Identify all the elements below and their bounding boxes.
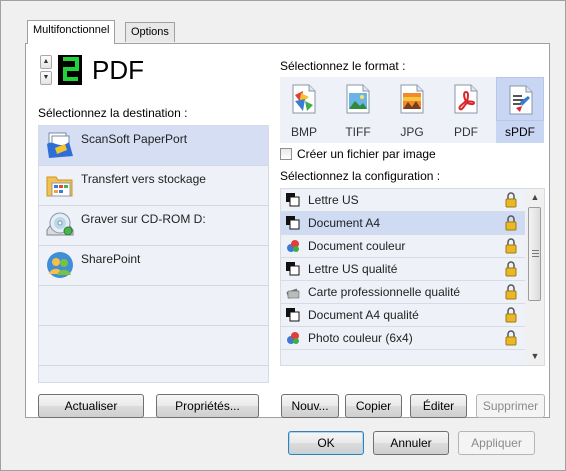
configuration-label: Sélectionnez la configuration : [280,169,441,183]
format-names: BMP TIFF JPG PDF sPDF [280,121,544,143]
bw-document-icon [286,262,300,276]
config-item-label: Document A4 qualité [308,308,419,322]
format-spdf[interactable] [496,77,544,121]
config-item-label: Lettre US [308,193,359,207]
scrollbar-thumb[interactable] [528,207,541,301]
format-tiff[interactable] [334,77,382,121]
tab-multifonctionnel[interactable]: Multifonctionnel [27,20,116,44]
spinner-down-button[interactable]: ▼ [40,71,52,85]
config-item-lettre-us-qualite[interactable]: Lettre US qualité [281,258,525,281]
config-item-label: Carte professionnelle qualité [308,285,461,299]
tab-panel: ▲ ▼ 2 PDF Sélectionnez la destination : [25,43,550,418]
destination-empty-slot [39,326,268,366]
lock-icon [505,238,517,254]
format-name-pdf[interactable]: PDF [442,125,490,139]
properties-button[interactable]: Propriétés... [156,394,259,418]
lock-icon [505,284,517,300]
format-label: Sélectionnez le format : [280,59,406,73]
lock-icon [505,330,517,346]
grip-line [532,256,539,257]
destination-item-label: Graver sur CD-ROM D: [81,212,206,226]
destination-item-label: ScanSoft PaperPort [81,132,188,146]
cancel-button[interactable]: Annuler [373,431,449,455]
config-item-label: Document couleur [308,239,406,253]
config-item-photo-couleur[interactable]: Photo couleur (6x4) [281,327,525,350]
sharepoint-icon [45,250,75,280]
destination-item-storage[interactable]: Transfert vers stockage [39,166,268,206]
config-item-document-couleur[interactable]: Document couleur [281,235,525,258]
config-item-lettre-us[interactable]: Lettre US [281,189,525,212]
grip-line [532,250,539,251]
format-name-jpg[interactable]: JPG [388,125,436,139]
spinner-up-button[interactable]: ▲ [40,55,52,69]
storage-folder-icon [45,170,75,200]
format-jpg[interactable] [388,77,436,121]
bw-document-icon [286,308,300,322]
config-item-label: Lettre US qualité [308,262,398,276]
destination-item-sharepoint[interactable]: SharePoint [39,246,268,286]
one-file-per-image-label: Créer un fichier par image [297,147,436,161]
format-name-bmp[interactable]: BMP [280,125,328,139]
format-bmp[interactable] [280,77,328,121]
edit-config-button[interactable]: Éditer [410,394,467,418]
lock-icon [505,261,517,277]
business-card-icon [286,288,300,299]
refresh-button[interactable]: Actualiser [38,394,144,418]
cd-burn-icon [45,210,75,240]
config-item-document-a4[interactable]: Document A4 [281,212,525,235]
destination-item-label: Transfert vers stockage [81,172,206,186]
bmp-icon [292,84,316,114]
lock-icon [505,192,517,208]
bw-document-icon [286,193,300,207]
one-file-per-image-checkbox[interactable] [280,148,292,160]
scanner-settings-dialog: Multifonctionnel Options ▲ ▼ 2 PDF Sélec… [0,0,566,471]
destination-list: ScanSoft PaperPort Transfert vers stocka… [38,125,269,383]
tiff-icon [346,84,370,114]
format-name-tiff[interactable]: TIFF [334,125,382,139]
copy-config-button[interactable]: Copier [345,394,402,418]
pdf-icon [454,84,478,114]
configuration-scrollbar[interactable]: ▲ ▼ [526,189,544,365]
tab-options[interactable]: Options [125,22,175,42]
delete-config-button[interactable]: Supprimer [476,394,545,418]
color-document-icon [287,332,299,344]
current-format-title: PDF [92,55,144,85]
grip-line [532,253,539,254]
destination-item-cd-burn[interactable]: Graver sur CD-ROM D: [39,206,268,246]
destination-item-label: SharePoint [81,252,141,266]
lock-icon [505,215,517,231]
scroll-down-arrow-icon[interactable]: ▼ [526,348,544,365]
format-strip [280,77,544,121]
paperport-icon [45,130,75,160]
destination-empty-slot [39,286,268,326]
config-item-label: Photo couleur (6x4) [308,331,413,345]
bw-document-icon [286,216,300,230]
scroll-up-arrow-icon[interactable]: ▲ [526,189,544,206]
apply-button[interactable]: Appliquer [458,431,535,455]
destination-item-paperport[interactable]: ScanSoft PaperPort [39,126,268,166]
destination-label: Sélectionnez la destination : [38,106,188,120]
tab-label: Multifonctionnel [33,24,110,36]
spdf-icon [509,85,533,115]
config-item-carte-professionnelle[interactable]: Carte professionnelle qualité [281,281,525,304]
config-item-label: Document A4 [308,216,381,230]
color-document-icon [287,240,299,252]
lock-icon [505,307,517,323]
ok-button[interactable]: OK [288,431,364,455]
configuration-list: Lettre US Document A4 Document couleur L… [280,188,545,366]
format-name-spdf[interactable]: sPDF [496,121,544,143]
new-config-button[interactable]: Nouv... [281,394,339,418]
jpg-icon [400,84,424,114]
format-pdf[interactable] [442,77,490,121]
tab-label: Options [131,26,169,38]
led-button-number: 2 [58,55,82,85]
button-number-spinner[interactable]: ▲ ▼ [40,55,52,85]
config-item-document-a4-qualite[interactable]: Document A4 qualité [281,304,525,327]
